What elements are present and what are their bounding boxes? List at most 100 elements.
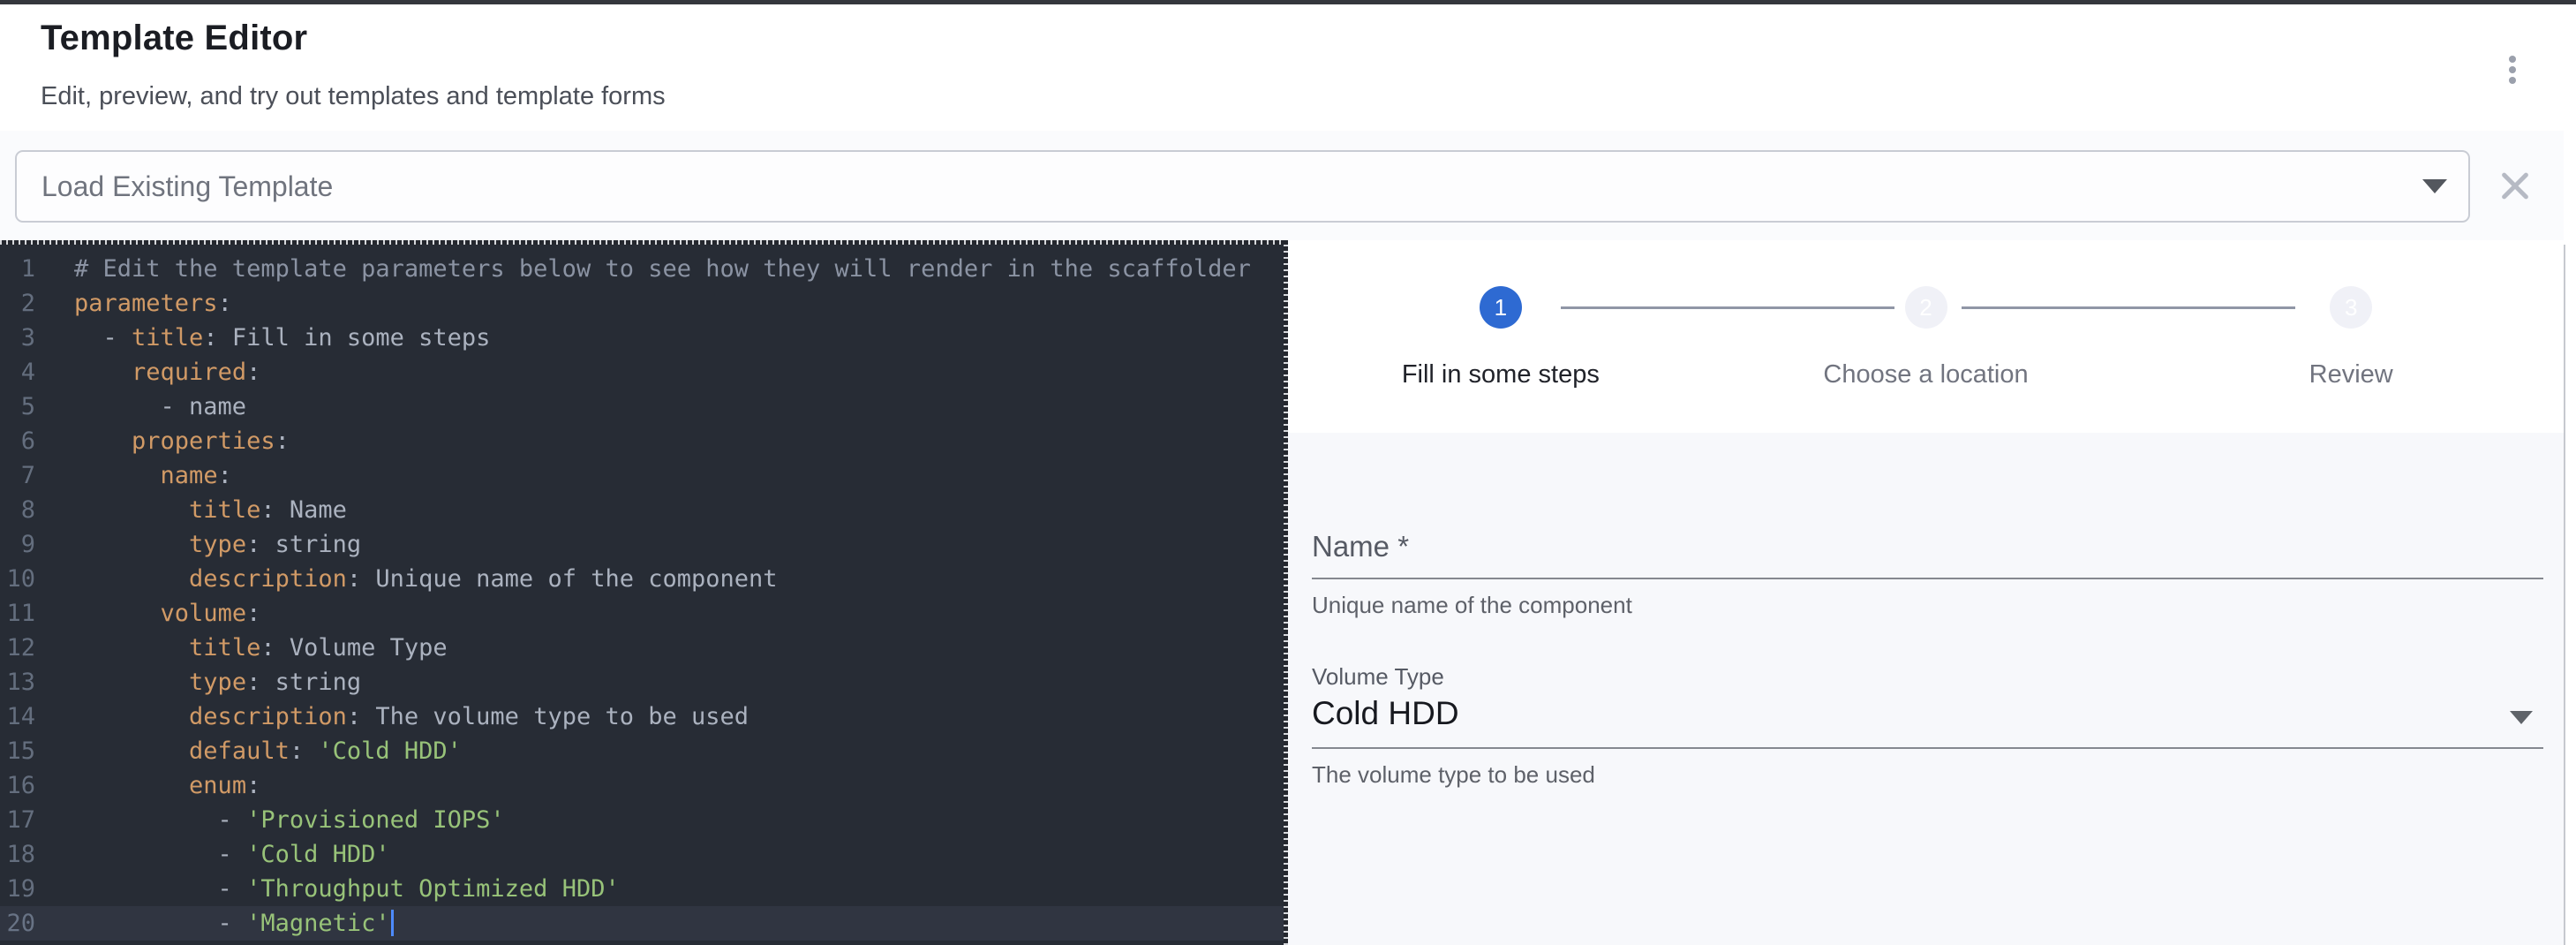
step-1-circle: 1 <box>1480 286 1522 329</box>
kebab-menu-icon[interactable] <box>2493 43 2532 96</box>
workspace: 1234567891011121314151617181920 # Edit t… <box>0 240 2576 945</box>
volume-field-helper: The volume type to be used <box>1312 761 1595 789</box>
text-cursor <box>391 910 394 936</box>
step-2-label: Choose a location <box>1823 360 2028 389</box>
code-token-key: properties <box>132 427 275 455</box>
code-token-text: Name <box>275 496 347 524</box>
code-line[interactable]: volume: <box>0 596 1284 631</box>
code-line[interactable]: - title: Fill in some steps <box>0 321 1284 355</box>
code-token-string: 'Magnetic' <box>246 910 390 937</box>
code-token-punct: : <box>275 427 290 455</box>
volume-type-value: Cold HDD <box>1312 695 1459 732</box>
step-3-circle: 3 <box>2330 286 2372 329</box>
yaml-code-editor[interactable]: 1234567891011121314151617181920 # Edit t… <box>0 240 1288 945</box>
code-line[interactable]: title: Volume Type <box>0 631 1284 665</box>
code-line[interactable]: - name <box>0 389 1284 424</box>
code-line[interactable]: type: string <box>0 527 1284 562</box>
code-token-text <box>74 703 189 730</box>
code-token-text <box>74 359 132 386</box>
kebab-dot <box>2509 56 2516 63</box>
code-token-key: description <box>189 703 347 730</box>
code-token-text <box>74 634 189 662</box>
code-token-text: - <box>74 910 246 937</box>
stepper-step-1: 1 Fill in some steps <box>1288 240 1714 433</box>
code-token-text: Fill in some steps <box>218 324 491 352</box>
code-token-text: - <box>74 841 246 868</box>
code-token-key: name <box>161 462 218 489</box>
code-token-punct: : <box>347 565 361 593</box>
name-field-underline <box>1312 578 2543 579</box>
stepper-connector <box>1962 306 2295 309</box>
code-line[interactable]: parameters: <box>0 286 1284 321</box>
code-token-punct: : <box>260 496 275 524</box>
code-token-string: 'Provisioned IOPS' <box>246 806 505 834</box>
code-line[interactable]: description: The volume type to be used <box>0 699 1284 734</box>
step-1-label: Fill in some steps <box>1402 360 1600 389</box>
name-input[interactable] <box>1312 518 2543 574</box>
code-token-text: - <box>74 806 246 834</box>
code-token-key: default <box>189 737 290 765</box>
select-caret-down-icon[interactable] <box>2510 711 2533 724</box>
code-line[interactable]: required: <box>0 355 1284 389</box>
code-token-text <box>74 669 189 696</box>
volume-type-select[interactable] <box>1312 689 2543 747</box>
kebab-dot <box>2509 77 2516 84</box>
code-line[interactable]: - 'Throughput Optimized HDD' <box>0 872 1284 906</box>
code-token-key: description <box>189 565 347 593</box>
code-token-text <box>74 531 189 558</box>
code-line[interactable]: type: string <box>0 665 1284 699</box>
code-line[interactable]: title: Name <box>0 493 1284 527</box>
page-title: Template Editor <box>41 19 307 58</box>
code-token-text: The volume type to be used <box>361 703 749 730</box>
load-template-combobox[interactable] <box>15 150 2470 223</box>
code-token-punct: : <box>203 324 217 352</box>
code-line[interactable]: - 'Magnetic' <box>0 906 1284 941</box>
combobox-caret-down-icon[interactable] <box>2422 179 2447 193</box>
code-line[interactable]: - 'Cold HDD' <box>0 837 1284 872</box>
code-token-key: parameters <box>74 290 218 317</box>
volume-field-underline <box>1312 747 2543 749</box>
code-line[interactable]: name: <box>0 458 1284 493</box>
clear-template-icon[interactable] <box>2491 163 2539 210</box>
code-token-punct: : <box>246 600 260 627</box>
code-token-text: - name <box>74 393 246 420</box>
template-form: Name * Unique name of the component Volu… <box>1288 433 2564 945</box>
stepper-step-2: 2Choose a location <box>1714 240 2139 433</box>
code-line[interactable]: properties: <box>0 424 1284 458</box>
code-token-text <box>74 462 161 489</box>
template-preview-panel: 1 Fill in some steps 2Choose a location 3 Re… <box>1288 240 2564 945</box>
editor-resize-handle-top[interactable] <box>0 240 1288 245</box>
code-token-text <box>74 600 161 627</box>
code-token-string: 'Cold HDD' <box>318 737 462 765</box>
code-token-punct: : <box>218 462 232 489</box>
code-line[interactable]: - 'Provisioned IOPS' <box>0 803 1284 837</box>
code-token-text: Unique name of the component <box>361 565 777 593</box>
load-template-input[interactable] <box>17 152 2422 221</box>
volume-type-label: Volume Type <box>1312 663 1444 691</box>
scrollbar-track[interactable] <box>2564 245 2576 945</box>
code-token-text <box>304 737 318 765</box>
code-line[interactable]: # Edit the template parameters below to … <box>0 252 1284 286</box>
template-editor-page: Template Editor Edit, preview, and try o… <box>0 0 2576 945</box>
code-token-comment: # Edit the template parameters below to … <box>74 255 1251 283</box>
code-token-punct: : <box>347 703 361 730</box>
stepper-connector <box>1561 306 1894 309</box>
code-token-key: enum <box>189 772 246 799</box>
code-line[interactable]: enum: <box>0 768 1284 803</box>
step-3-label: Review <box>2309 360 2393 389</box>
code-token-string: 'Throughput Optimized HDD' <box>246 875 620 903</box>
code-token-key: title <box>189 634 260 662</box>
code-token-text: string <box>260 531 361 558</box>
code-line[interactable]: default: 'Cold HDD' <box>0 734 1284 768</box>
code-line[interactable]: description: Unique name of the componen… <box>0 562 1284 596</box>
editor-code[interactable]: # Edit the template parameters below to … <box>0 252 1284 941</box>
stepper-step-3: 3 Review <box>2138 240 2564 433</box>
kebab-dot <box>2509 66 2516 73</box>
stepper-columns: 1 Fill in some steps 2Choose a location 3 Re… <box>1288 240 2564 433</box>
code-token-key: volume <box>161 600 247 627</box>
load-template-section <box>0 131 2564 240</box>
code-token-key: title <box>189 496 260 524</box>
code-token-key: title <box>132 324 203 352</box>
code-token-punct: : <box>218 290 232 317</box>
code-token-key: type <box>189 531 246 558</box>
